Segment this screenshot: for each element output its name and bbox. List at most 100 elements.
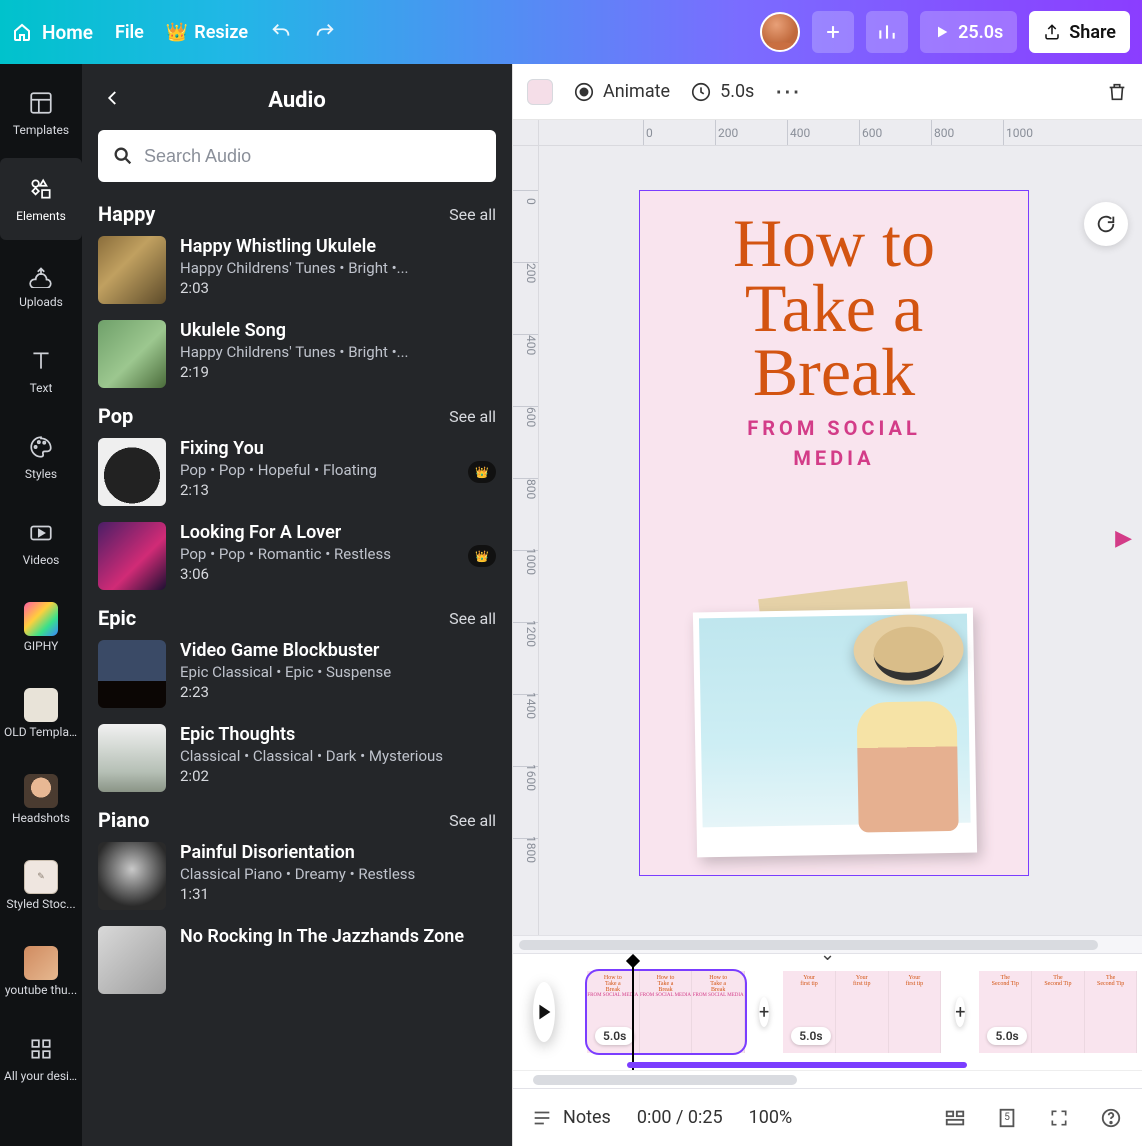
rail-item-label: Text xyxy=(0,381,82,395)
rail-item-text[interactable]: Text xyxy=(0,330,82,412)
playhead[interactable] xyxy=(627,954,639,1070)
search-icon xyxy=(112,145,134,167)
see-all-link[interactable]: See all xyxy=(449,609,496,628)
home-button[interactable]: Home xyxy=(12,21,93,44)
editor-area: ‹ Animate 5.0s ⋯ 0200400600 xyxy=(512,64,1142,1146)
page-count-icon[interactable]: 5 xyxy=(994,1105,1020,1131)
see-all-link[interactable]: See all xyxy=(449,407,496,426)
timeline-h-scrollbar[interactable] xyxy=(513,1070,1142,1088)
add-slide-button[interactable]: + xyxy=(759,997,769,1027)
styled-stock-icon: ✎ xyxy=(24,863,58,891)
slide-duration-badge: 5.0s xyxy=(791,1027,830,1045)
refresh-button[interactable] xyxy=(1084,202,1128,246)
timeline-slide[interactable]: How toTake aBreakFROM SOCIAL MEDIAHow to… xyxy=(587,971,745,1053)
audio-track[interactable]: Epic ThoughtsClassical • Classical • Dar… xyxy=(98,724,496,792)
canvas-h-scrollbar[interactable] xyxy=(513,935,1142,953)
redo-button[interactable] xyxy=(314,21,336,43)
notes-button[interactable]: Notes xyxy=(531,1107,611,1129)
present-button[interactable]: 25.0s xyxy=(920,11,1017,53)
audio-panel: Audio HappySee allHappy Whistling Ukulel… xyxy=(82,64,512,1146)
add-slide-button[interactable]: + xyxy=(955,997,965,1027)
share-button[interactable]: Share xyxy=(1029,11,1130,53)
color-swatch[interactable] xyxy=(527,79,553,105)
add-member-button[interactable] xyxy=(812,11,854,53)
audio-track[interactable]: Happy Whistling UkuleleHappy Childrens' … xyxy=(98,236,496,304)
rail-item-old-templates[interactable]: OLD Templa... xyxy=(0,674,82,756)
rail-item-label: Videos xyxy=(0,553,82,567)
section-title: Happy xyxy=(98,202,155,226)
file-menu[interactable]: File xyxy=(115,22,144,43)
track-duration: 2:03 xyxy=(180,279,496,297)
track-name: Looking For A Lover xyxy=(180,522,454,543)
grid-view-icon[interactable] xyxy=(942,1105,968,1131)
rail-item-elements[interactable]: Elements xyxy=(0,158,82,240)
audio-track[interactable]: Fixing YouPop • Pop • Hopeful • Floating… xyxy=(98,438,496,506)
rail-item-all-designs[interactable]: All your desi... xyxy=(0,1018,82,1100)
top-right-cluster: 25.0s Share xyxy=(760,11,1130,53)
timeline-collapse-chevron[interactable]: ⌄ xyxy=(820,954,835,965)
top-bar: Home File 👑 Resize 25.0s Share xyxy=(0,0,1142,64)
see-all-link[interactable]: See all xyxy=(449,205,496,224)
fullscreen-icon[interactable] xyxy=(1046,1105,1072,1131)
track-tags: Classical • Classical • Dark • Mysteriou… xyxy=(180,747,496,765)
giphy-icon xyxy=(24,605,58,633)
rail-item-videos[interactable]: Videos xyxy=(0,502,82,584)
rail-item-label: GIPHY xyxy=(0,639,82,653)
undo-button[interactable] xyxy=(270,21,292,43)
rail-item-label: Headshots xyxy=(0,811,82,825)
duration-label: 5.0s xyxy=(720,81,754,102)
next-page-arrow[interactable]: ▶ xyxy=(1115,526,1132,551)
timeline-slide[interactable]: Yourfirst tipYourfirst tipYourfirst tip5… xyxy=(783,971,941,1053)
clock-icon xyxy=(690,81,712,103)
rail-item-label: Styles xyxy=(0,467,82,481)
track-name: No Rocking In The Jazzhands Zone xyxy=(180,926,496,947)
audio-track[interactable]: Looking For A LoverPop • Pop • Romantic … xyxy=(98,522,496,590)
rail-item-headshots[interactable]: Headshots xyxy=(0,760,82,842)
help-icon[interactable] xyxy=(1098,1105,1124,1131)
page[interactable]: How toTake aBreak FROM SOCIALMEDIA xyxy=(639,190,1029,876)
animate-icon xyxy=(573,81,595,103)
rail-item-uploads[interactable]: Uploads xyxy=(0,244,82,326)
panel-back-button[interactable] xyxy=(98,82,128,119)
rail-item-youtube[interactable]: youtube thu... xyxy=(0,932,82,1014)
resize-menu[interactable]: 👑 Resize xyxy=(166,22,248,43)
pro-badge-icon: 👑 xyxy=(468,461,496,483)
present-time: 25.0s xyxy=(958,22,1003,43)
track-duration: 2:13 xyxy=(180,481,454,499)
audio-track[interactable]: Ukulele SongHappy Childrens' Tunes • Bri… xyxy=(98,320,496,388)
canvas-stage[interactable]: How toTake aBreak FROM SOCIALMEDIA ▶ xyxy=(539,146,1142,935)
rail-item-giphy[interactable]: GIPHY xyxy=(0,588,82,670)
top-left-cluster: Home File 👑 Resize xyxy=(12,21,336,44)
rail-item-styled-stock[interactable]: ✎ Styled Stoc... xyxy=(0,846,82,928)
slide-duration-badge: 5.0s xyxy=(987,1027,1026,1045)
track-thumb xyxy=(98,926,166,994)
photo-frame[interactable] xyxy=(693,608,977,858)
avatar[interactable] xyxy=(760,12,800,52)
rail-item-label: Styled Stoc... xyxy=(0,897,82,911)
search-box[interactable] xyxy=(98,130,496,182)
animate-button[interactable]: Animate xyxy=(573,81,670,103)
rail-item-templates[interactable]: Templates xyxy=(0,72,82,154)
audio-track[interactable]: No Rocking In The Jazzhands Zone xyxy=(98,926,496,994)
track-duration: 2:02 xyxy=(180,767,496,785)
timeline-slide[interactable]: TheSecond TipTheSecond TipTheSecond Tip5… xyxy=(979,971,1137,1053)
page-title-text[interactable]: How toTake aBreak xyxy=(640,211,1028,405)
track-name: Video Game Blockbuster xyxy=(180,640,496,661)
see-all-link[interactable]: See all xyxy=(449,811,496,830)
home-label: Home xyxy=(42,21,93,44)
insights-button[interactable] xyxy=(866,11,908,53)
page-subtitle-text[interactable]: FROM SOCIALMEDIA xyxy=(640,413,1028,473)
delete-button[interactable] xyxy=(1106,81,1128,103)
search-input[interactable] xyxy=(144,146,482,167)
track-name: Happy Whistling Ukulele xyxy=(180,236,496,257)
rail-item-styles[interactable]: Styles xyxy=(0,416,82,498)
zoom-level[interactable]: 100% xyxy=(749,1107,793,1128)
audio-track[interactable]: Video Game BlockbusterEpic Classical • E… xyxy=(98,640,496,708)
headshots-icon xyxy=(24,777,58,805)
timeline-play-button[interactable] xyxy=(533,982,555,1042)
rail-item-label: Uploads xyxy=(0,295,82,309)
templates-icon xyxy=(28,89,54,117)
collapse-panel-button[interactable]: ‹ xyxy=(512,562,513,622)
duration-button[interactable]: 5.0s xyxy=(690,81,754,103)
audio-track[interactable]: Painful DisorientationClassical Piano • … xyxy=(98,842,496,910)
